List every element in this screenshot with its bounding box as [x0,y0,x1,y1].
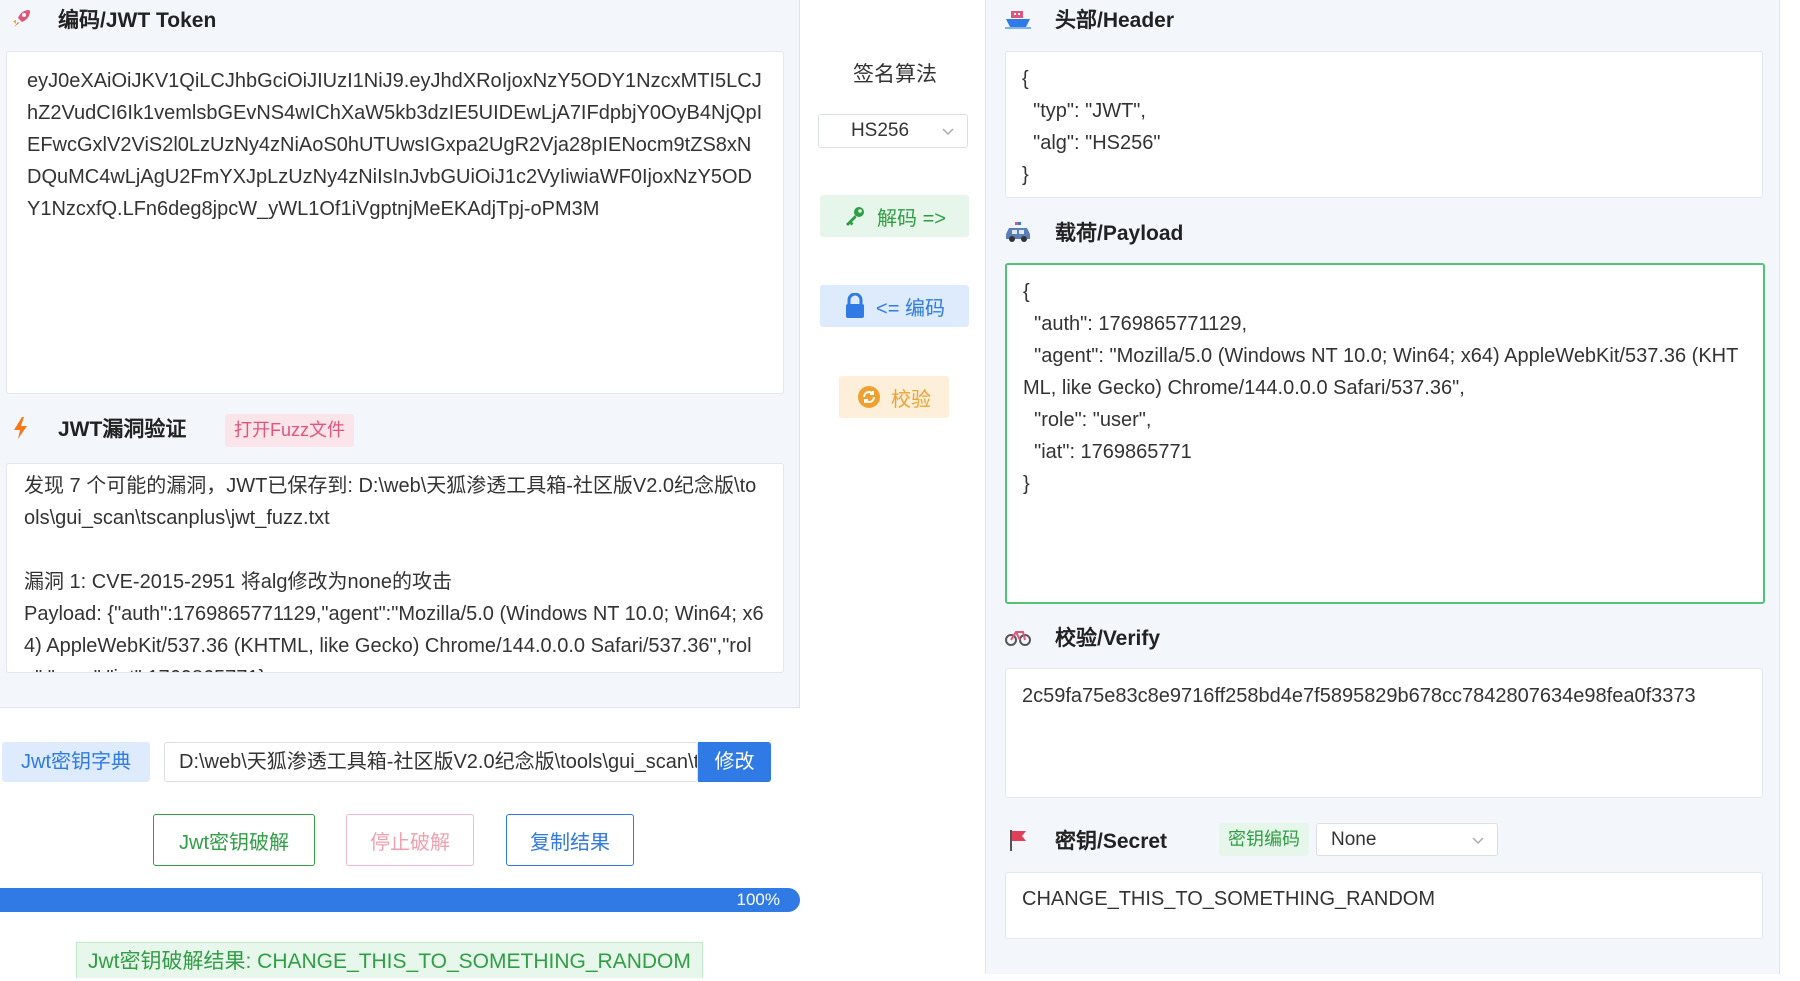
bicycle-icon [1005,624,1031,650]
header-title: 头部/Header [1055,9,1175,32]
lock-icon [846,293,865,318]
secret-encoding-label: 密钥编码 [1219,823,1309,856]
police-car-icon [1005,219,1031,245]
encode-title: 编码/JWT Token [58,9,217,32]
jwt-dict-label: Jwt密钥字典 [2,742,150,782]
decode-button[interactable]: 解码 => [820,195,969,237]
algo-value: HS256 [850,120,910,141]
stop-crack-button[interactable]: 停止破解 [346,814,474,866]
algo-select[interactable]: HS256 [818,114,968,148]
modify-button[interactable]: 修改 [698,742,771,782]
copy-result-button[interactable]: 复制结果 [506,814,634,866]
verify-label: 校验 [891,388,931,411]
secret-input[interactable]: CHANGE_THIS_TO_SOMETHING_RANDOM [1005,872,1763,939]
left-panel: 编码/JWT Token eyJ0eXAiOiJKV1QiLCJhbGciOiJ… [0,0,800,708]
header-section-title: 头部/Header [1005,4,1174,34]
secret-section-title: 密钥/Secret [1005,825,1167,855]
payload-title: 载荷/Payload [1055,222,1184,245]
vuln-output[interactable]: 发现 7 个可能的漏洞，JWT已保存到: D:\web\天狐渗透工具箱-社区版V… [6,463,784,673]
secret-encoding-value: None [1331,828,1377,850]
flag-icon [1005,827,1031,853]
crack-key-button[interactable]: Jwt密钥破解 [153,814,315,866]
jwt-token-input[interactable]: eyJ0eXAiOiJKV1QiLCJhbGciOiJIUzI1NiJ9.eyJ… [6,51,784,394]
progress-bar: 100% [0,888,800,912]
rocket-icon [8,6,34,32]
encode-section-title: 编码/JWT Token [8,4,216,34]
dict-path-input[interactable]: D:\web\天狐渗透工具箱-社区版V2.0纪念版\tools\gui_scan… [164,742,698,782]
secret-title: 密钥/Secret [1055,830,1168,853]
decode-label: 解码 => [877,207,946,230]
payload-json[interactable]: { "auth": 1769865771129, "agent": "Mozil… [1005,263,1765,604]
chevron-down-icon [1472,836,1484,844]
right-panel: 头部/Header { "typ": "JWT", "alg": "HS256"… [985,0,1780,974]
secret-encoding-select[interactable]: None [1316,823,1498,856]
open-fuzz-file-button[interactable]: 打开Fuzz文件 [225,414,355,447]
header-json[interactable]: { "typ": "JWT", "alg": "HS256" } [1005,51,1763,198]
ship-icon [1005,6,1031,32]
refresh-icon [858,386,880,408]
lightning-icon [8,415,34,441]
verify-button[interactable]: 校验 [839,376,949,418]
vuln-section-title: JWT漏洞验证 [8,413,186,443]
crack-result: Jwt密钥破解结果: CHANGE_THIS_TO_SOMETHING_RAND… [76,942,703,978]
verify-title: 校验/Verify [1055,627,1161,650]
verify-signature[interactable]: 2c59fa75e83c8e9716ff258bd4e7f5895829b678… [1005,668,1763,798]
chevron-down-icon [942,128,954,136]
algo-label: 签名算法 [853,63,937,86]
encode-button[interactable]: <= 编码 [820,285,969,327]
payload-section-title: 载荷/Payload [1005,217,1183,247]
progress-text: 100% [736,890,780,909]
encode-label: <= 编码 [876,297,945,320]
verify-section-title: 校验/Verify [1005,622,1160,652]
vuln-title: JWT漏洞验证 [58,418,187,441]
key-icon [846,207,865,226]
